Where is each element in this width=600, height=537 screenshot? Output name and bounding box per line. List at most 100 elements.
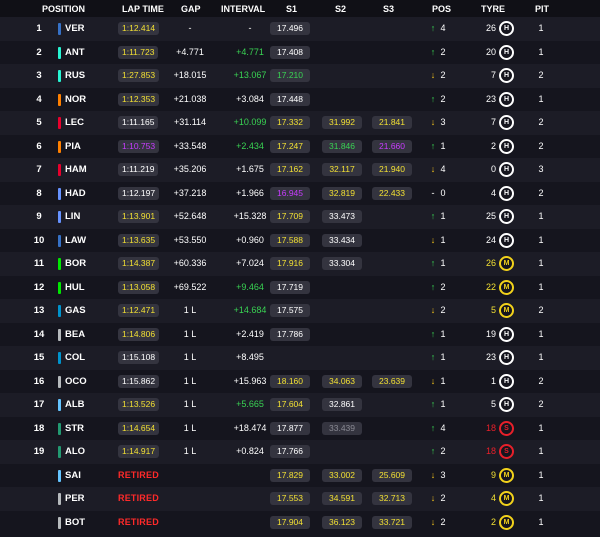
driver-code[interactable]: ANT [65, 41, 85, 65]
position-number: 11 [33, 258, 45, 269]
tyre-laps: 2 [490, 516, 496, 527]
driver-code[interactable]: ALB [65, 393, 85, 417]
table-row[interactable]: 9 LIN 1:13.901 +52.648 +15.328 17.709 33.… [0, 205, 600, 229]
team-color-bar [58, 446, 61, 458]
lap-time: 1:11.219 [118, 158, 159, 182]
table-row[interactable]: 12 HUL 1:13.058 +69.522 +9.464 17.719 ↑ … [0, 275, 600, 300]
gap: +21.038 [173, 93, 207, 104]
table-row[interactable]: 18 STR 1:14.654 1 L +18.474 17.877 33.439… [0, 416, 600, 441]
table-row[interactable]: 15 COL 1:15.108 1 L +8.495 ↑ 1 23 H 1 [0, 346, 600, 370]
position-change: ↑ 2 [428, 276, 458, 300]
table-row[interactable]: BOT RETIRED 17.904 36.123 33.721 ↓ 2 2M 1 [0, 510, 600, 535]
interval: +2.419 [236, 328, 264, 339]
tyre-laps: 26 [485, 23, 496, 33]
interval [225, 464, 275, 488]
driver-code[interactable]: PER [65, 487, 85, 511]
tyre-laps: 18 [485, 422, 496, 433]
driver-code[interactable]: NOR [65, 88, 86, 112]
table-row[interactable]: 1 VER 1:12.414 - - 17.496 ↑ 4 26 H 1 [0, 17, 600, 41]
driver-code[interactable]: ALO [65, 440, 85, 464]
position-change-value: 4 [440, 164, 446, 174]
position-number: 18 [33, 422, 45, 434]
tyre-compound-icon: H [499, 138, 514, 154]
table-row[interactable]: 5 LEC 1:11.165 +31.114 +10.099 17.332 31.… [0, 111, 600, 135]
position-number: 3 [36, 70, 42, 81]
sector-s1: 17.719 [270, 276, 312, 300]
driver-code[interactable]: STR [65, 417, 84, 441]
tyre-compound-icon: H [499, 115, 514, 131]
lap-time: 1:14.387 [118, 252, 160, 276]
table-row[interactable]: 16 OCO 1:15.862 1 L +15.963 18.160 34.063… [0, 369, 600, 394]
header-position[interactable]: POSITION [42, 4, 85, 14]
sector-s1-value: 17.766 [270, 445, 310, 459]
table-row[interactable]: 13 GAS 1:12.471 1 L +14.684 17.575 ↓ 2 5… [0, 299, 600, 323]
table-row[interactable]: 11 BOR 1:14.387 +60.336 +7.024 17.916 33.… [0, 252, 600, 276]
sector-s1: 17.575 [270, 299, 312, 323]
position-change: ↓ 2 [428, 487, 458, 511]
header-gap[interactable]: GAP [181, 4, 201, 14]
driver-code[interactable]: LIN [65, 205, 80, 229]
table-row[interactable]: 8 HAD 1:12.197 +37.218 +1.966 16.945 32.8… [0, 181, 600, 206]
driver-code[interactable]: COL [65, 346, 85, 370]
driver-code[interactable]: BOT [65, 511, 85, 535]
table-row[interactable]: SAI RETIRED 17.829 33.002 25.609 ↓ 3 9M 1 [0, 463, 600, 488]
table-row[interactable]: 4 NOR 1:12.353 +21.038 +3.084 17.448 ↑ 2… [0, 87, 600, 112]
interval: +0.960 [236, 234, 264, 245]
driver-code[interactable]: HAM [65, 158, 87, 182]
header-lap-time[interactable]: LAP TIME [122, 4, 164, 14]
driver-code[interactable]: OCO [65, 370, 87, 394]
table-row[interactable]: 19 ALO 1:14.917 1 L +0.824 17.766 ↑ 2 18… [0, 440, 600, 464]
driver-code[interactable]: LAW [65, 229, 86, 253]
driver-code[interactable]: PIA [65, 135, 81, 159]
lap-time: 1:13.635 [118, 229, 160, 253]
sector-s1: 17.766 [270, 440, 312, 464]
table-row[interactable]: 2 ANT 1:11.723 +4.771 +4.771 17.408 ↑ 2 … [0, 40, 600, 65]
table-row[interactable]: PER RETIRED 17.553 34.591 32.713 ↓ 2 4M 1 [0, 487, 600, 511]
header-s1[interactable]: S1 [286, 4, 297, 14]
interval: +1.966 [236, 187, 264, 198]
pit-stops: 1 [538, 234, 544, 245]
header-s3[interactable]: S3 [383, 4, 394, 14]
sector-s2: 32.861 [322, 393, 364, 417]
table-row[interactable]: 17 ALB 1:13.526 1 L +5.665 17.604 32.861 … [0, 393, 600, 417]
driver-code[interactable]: GAS [65, 299, 86, 323]
table-row[interactable]: 7 HAM 1:11.219 +35.206 +1.675 17.162 32.1… [0, 158, 600, 182]
arrow-up-icon: ↑ [430, 281, 436, 292]
driver-code[interactable]: BOR [65, 252, 86, 276]
position-change-value: 1 [440, 211, 446, 221]
tyre-compound-icon: M [499, 256, 514, 272]
gap: 1 L [183, 422, 197, 433]
table-row[interactable]: 10 LAW 1:13.635 +53.550 +0.960 17.588 33.… [0, 228, 600, 253]
header-s2[interactable]: S2 [335, 4, 346, 14]
position-number: 8 [36, 187, 42, 199]
position-number: 14 [33, 328, 45, 340]
sector-s3: 33.721 [372, 511, 414, 535]
position-change: ↑ 1 [428, 323, 458, 347]
driver-code[interactable]: BEA [65, 323, 85, 347]
driver-code[interactable]: LEC [65, 111, 84, 135]
header-pos[interactable]: POS [432, 4, 451, 14]
sector-s2: 33.434 [322, 229, 364, 253]
team-color-bar [58, 469, 61, 482]
header-tyre[interactable]: TYRE [481, 4, 505, 14]
position-number: 1 [36, 23, 42, 34]
table-row[interactable]: 3 RUS 1:27.853 +18.015 +13.067 17.210 ↓ … [0, 64, 600, 88]
position-number [30, 511, 48, 535]
header-interval[interactable]: INTERVAL [221, 4, 265, 14]
header-pit[interactable]: PIT [535, 4, 549, 14]
sector-s2: 36.123 [322, 511, 364, 535]
tyre: 23 H [474, 346, 514, 370]
tyre-compound-icon: M [499, 467, 514, 483]
driver-code[interactable]: HAD [65, 182, 86, 206]
retired-label: RETIRED [118, 493, 159, 503]
table-row[interactable]: 14 BEA 1:14.806 1 L +2.419 17.786 ↑ 1 19… [0, 322, 600, 347]
driver-code[interactable]: RUS [65, 64, 85, 88]
driver-code[interactable]: VER [65, 17, 85, 41]
arrow-down-icon: ↓ [430, 164, 436, 174]
tyre-compound-icon: H [499, 350, 514, 366]
driver-code[interactable]: SAI [65, 464, 81, 488]
driver-code[interactable]: HUL [65, 276, 85, 300]
sector-s1-value: 17.719 [270, 280, 310, 294]
team-color-bar [58, 305, 61, 317]
table-row[interactable]: 6 PIA 1:10.753 +33.548 +2.434 17.247 31.8… [0, 134, 600, 159]
